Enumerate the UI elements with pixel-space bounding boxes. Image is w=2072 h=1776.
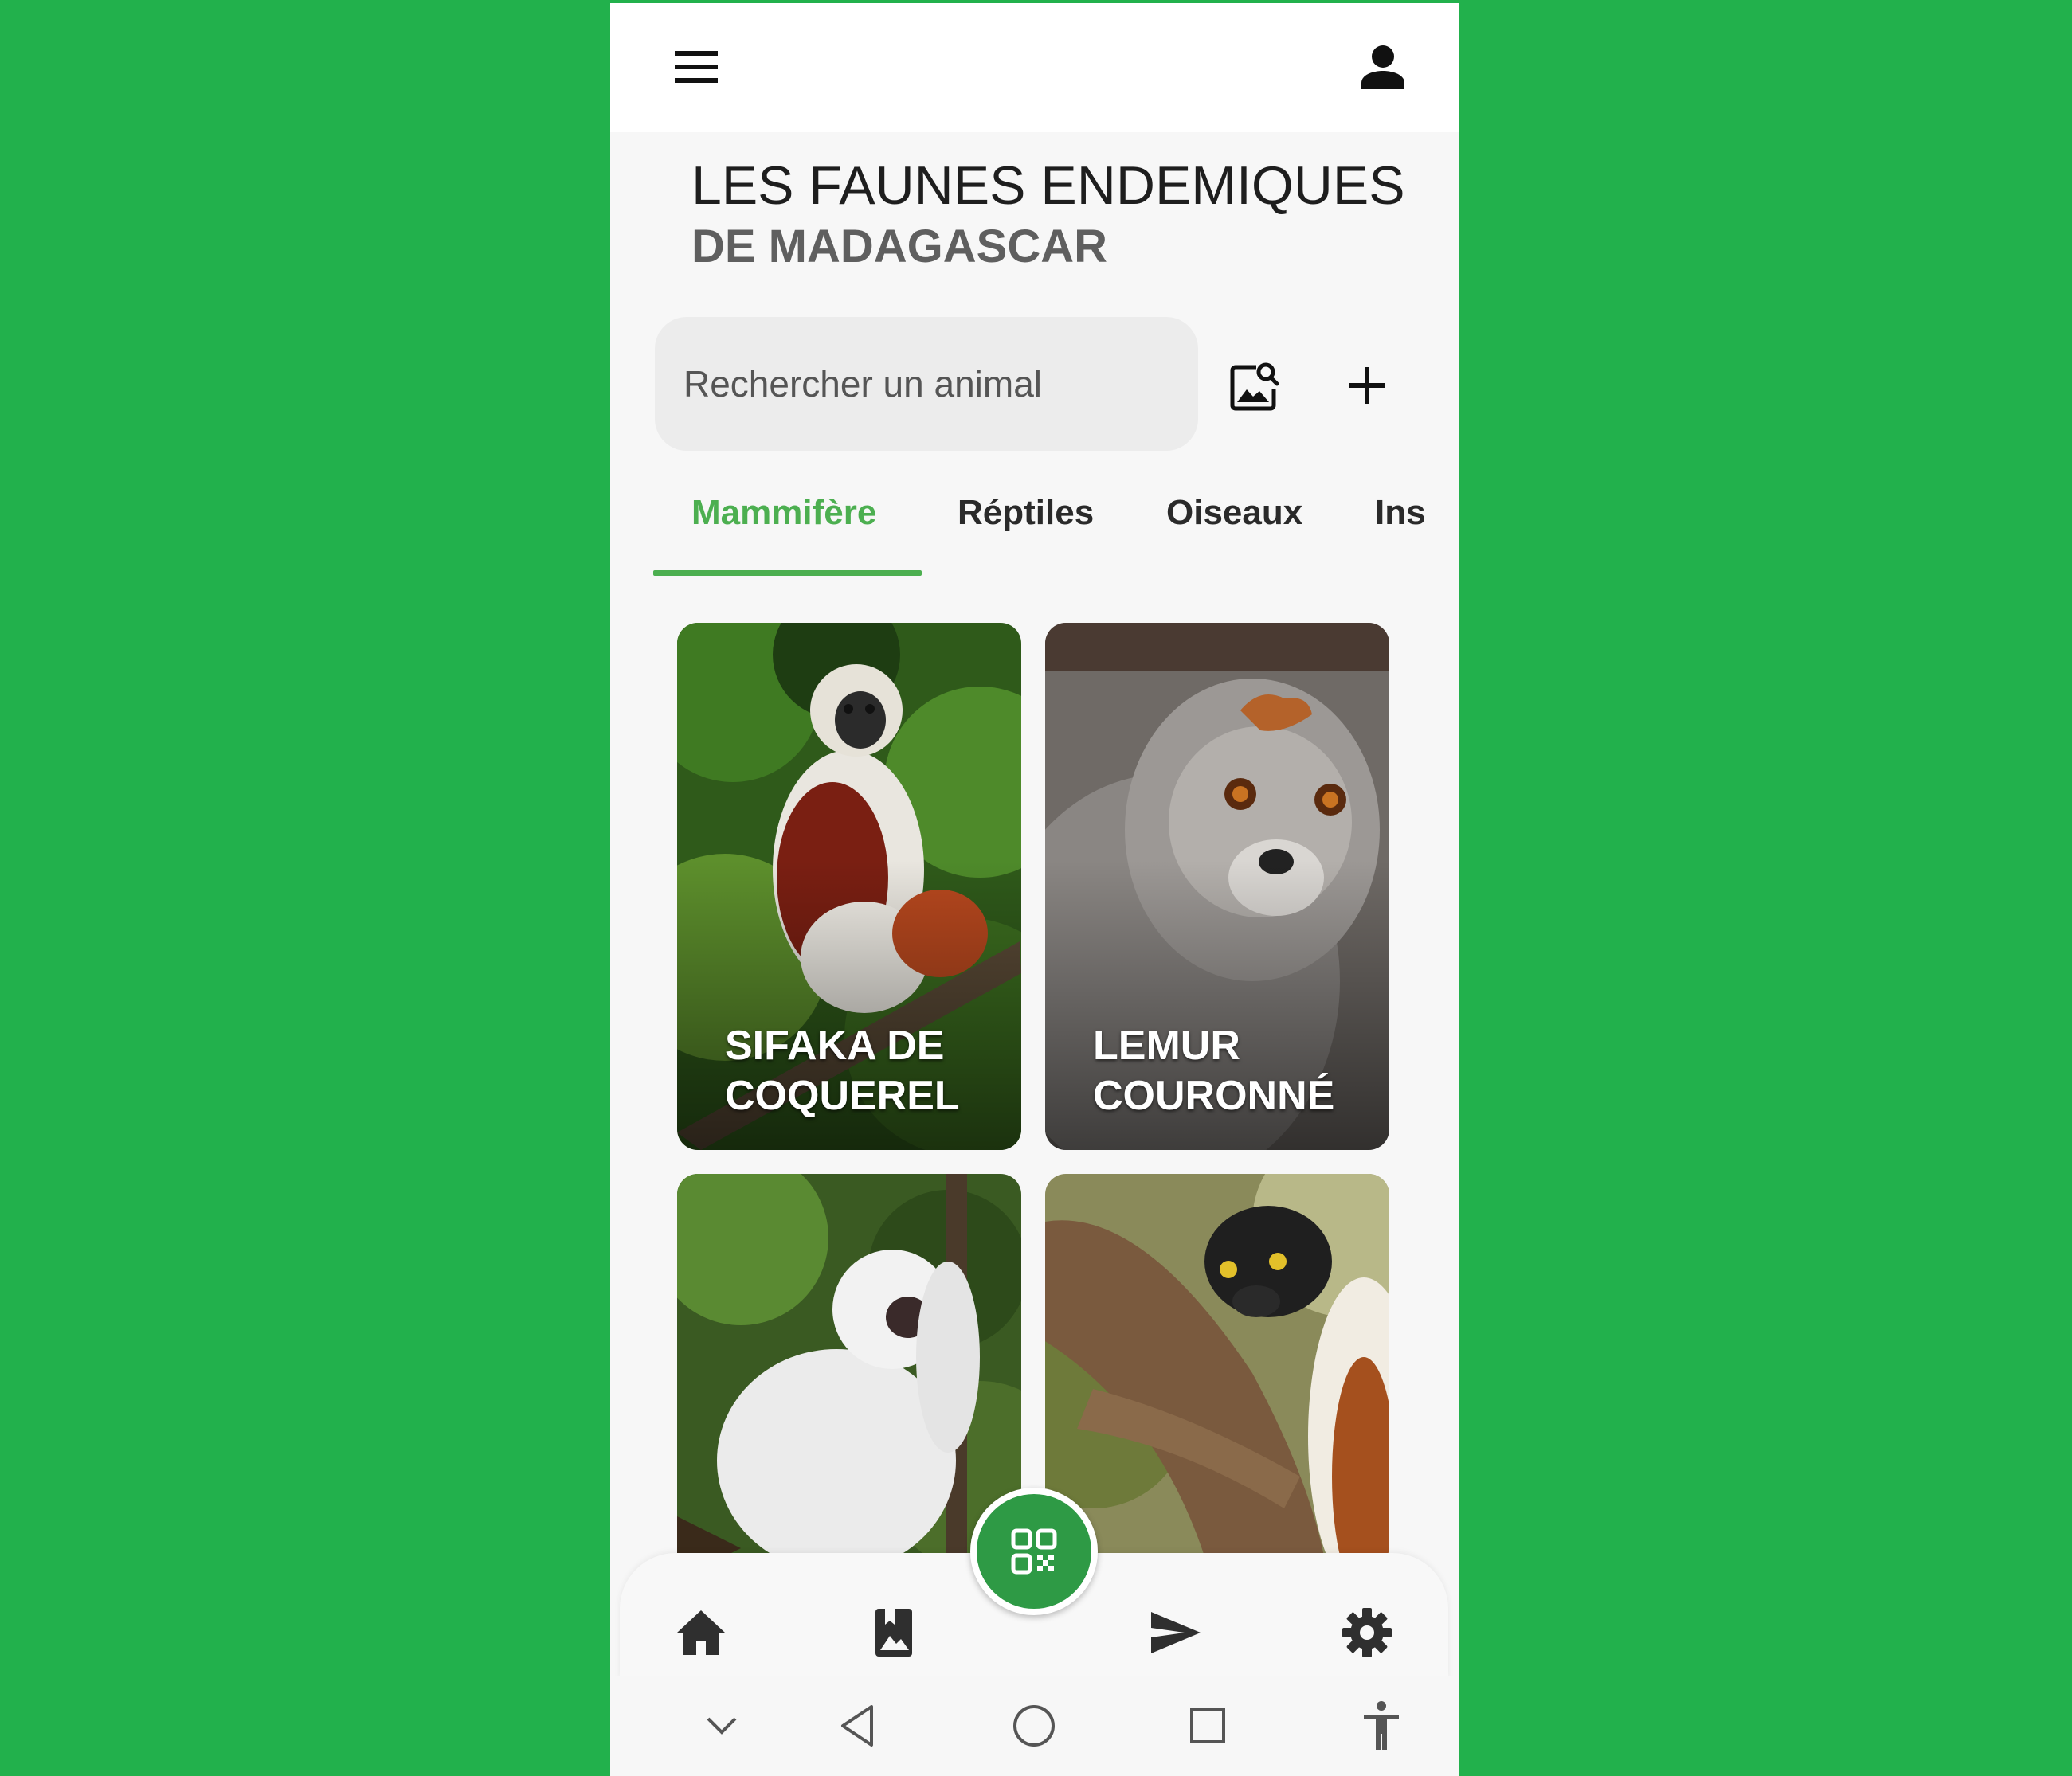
nav-home-button[interactable] (661, 1593, 741, 1672)
system-collapse-button[interactable] (682, 1690, 762, 1762)
tab-indicator (653, 570, 922, 576)
accessibility-icon (1364, 1701, 1399, 1750)
white-lemur-photo (677, 1174, 1021, 1556)
home-circle-icon (1013, 1705, 1055, 1747)
page-title: LES FAUNES ENDEMIQUES (691, 155, 1405, 216)
animal-card-lemur-couronne[interactable]: LEMUR COURONNÉ (1045, 623, 1389, 1150)
animal-card-label: LEMUR COURONNÉ (1093, 1023, 1335, 1119)
settings-icon (1342, 1608, 1392, 1657)
image-search-icon (1230, 362, 1279, 411)
tab-oiseaux[interactable]: Oiseaux (1166, 493, 1302, 533)
profile-button[interactable] (1343, 35, 1423, 99)
home-icon (677, 1610, 725, 1655)
search-placeholder: Rechercher un animal (683, 363, 1043, 405)
animal-card-3[interactable] (677, 1174, 1021, 1556)
nav-send-button[interactable] (1136, 1593, 1216, 1672)
system-recent-apps-button[interactable] (1168, 1690, 1248, 1762)
qr-code-icon (1011, 1528, 1057, 1575)
qr-scan-button[interactable] (970, 1488, 1098, 1615)
animal-card-4[interactable] (1045, 1174, 1389, 1556)
phone-screen: LES FAUNES ENDEMIQUES DE MADAGASCAR Rech… (610, 3, 1459, 1776)
send-icon (1151, 1612, 1201, 1653)
nav-gallery-button[interactable] (854, 1593, 934, 1672)
category-tabs: Mammifère Réptiles Oiseaux Ins (610, 477, 1459, 581)
image-search-button[interactable] (1220, 346, 1291, 425)
sifaka-branch-photo (1045, 1174, 1389, 1556)
system-back-button[interactable] (817, 1690, 897, 1762)
add-button[interactable] (1327, 346, 1407, 425)
tab-mammifere[interactable]: Mammifère (691, 493, 876, 533)
gallery-icon (875, 1609, 912, 1657)
person-icon (1361, 45, 1404, 89)
plus-icon (1349, 367, 1385, 404)
back-icon (841, 1705, 873, 1747)
tab-reptiles[interactable]: Réptiles (958, 493, 1094, 533)
system-accessibility-button[interactable] (1342, 1690, 1421, 1762)
hamburger-menu-icon (675, 51, 718, 83)
tab-insectes[interactable]: Ins (1375, 493, 1426, 533)
app-bar (610, 3, 1459, 132)
animal-card-label: SIFAKA DE COQUEREL (725, 1023, 960, 1119)
menu-button[interactable] (656, 38, 736, 96)
system-home-button[interactable] (994, 1690, 1074, 1762)
nav-settings-button[interactable] (1327, 1593, 1407, 1672)
animal-card-sifaka[interactable]: SIFAKA DE COQUEREL (677, 623, 1021, 1150)
recent-apps-icon (1190, 1708, 1225, 1743)
chevron-down-icon (707, 1717, 737, 1735)
page-subtitle: DE MADAGASCAR (691, 221, 1107, 272)
search-input[interactable]: Rechercher un animal (655, 317, 1198, 451)
